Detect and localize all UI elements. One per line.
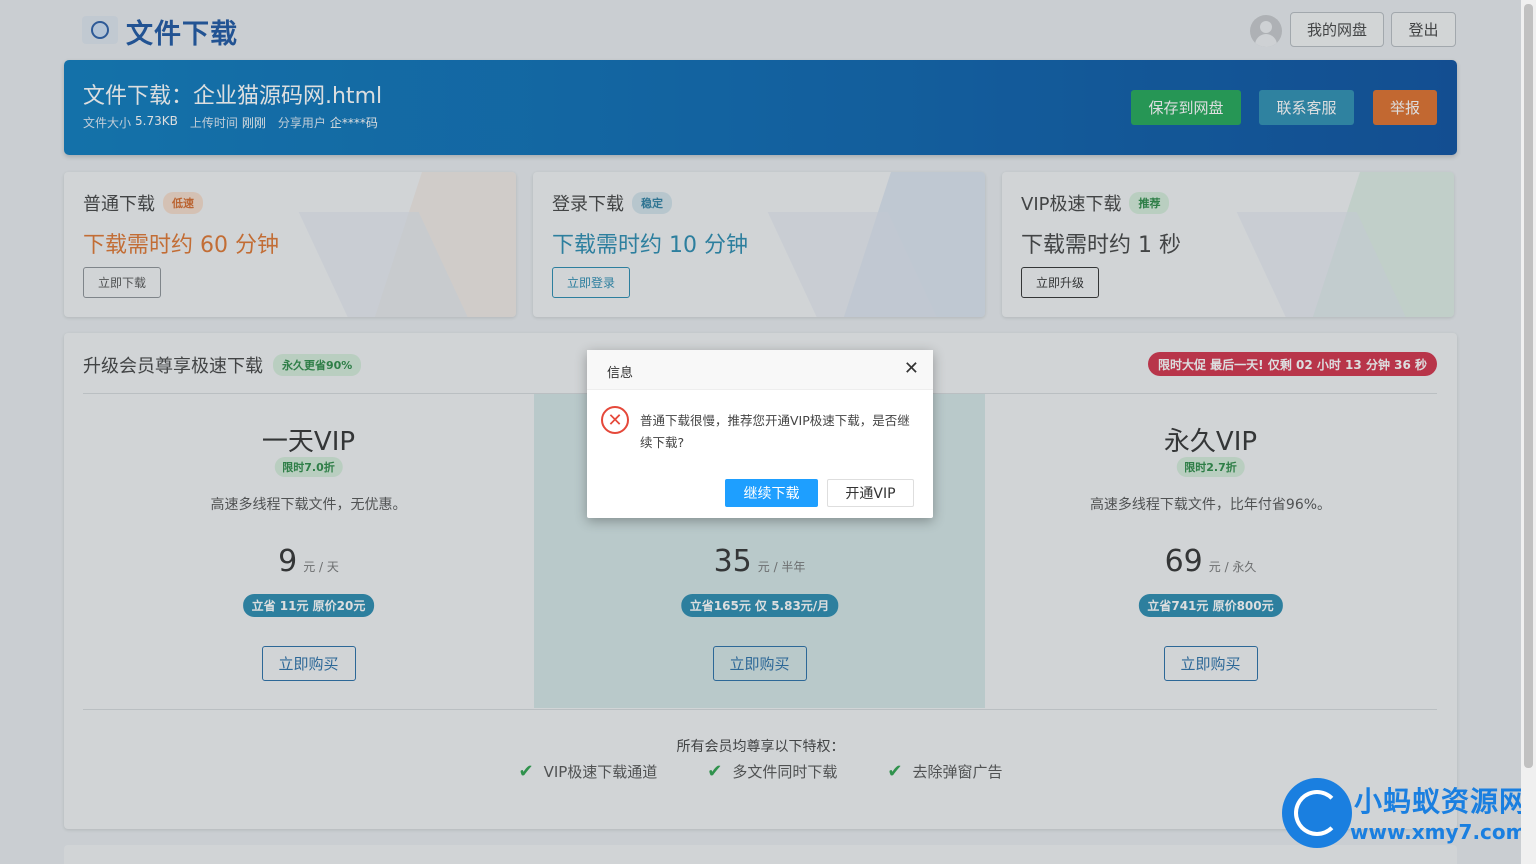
scrollbar-thumb[interactable] (1524, 4, 1533, 768)
dialog-title: 信息 (607, 366, 634, 381)
watermark: 小蚂蚁资源网 www.xmy7.com (1282, 778, 1536, 848)
watermark-url: www.xmy7.com (1350, 820, 1527, 844)
vertical-scrollbar[interactable] (1521, 0, 1536, 864)
error-icon: ✕ (601, 406, 629, 434)
dialog-header: 信息 ✕ (587, 350, 933, 390)
info-dialog: 信息 ✕ ✕ 普通下载很慢，推荐您开通VIP极速下载，是否继续下载? 继续下载 … (587, 350, 933, 518)
continue-download-button[interactable]: 继续下载 (725, 479, 818, 507)
watermark-name: 小蚂蚁资源网 (1354, 785, 1529, 818)
page: 文件下载 我的网盘 登出 文件下载：企业猫源码网.html 文件大小 5.73K… (0, 0, 1527, 864)
close-icon[interactable]: ✕ (904, 359, 919, 379)
ant-logo-icon (1282, 778, 1352, 848)
dialog-message: 普通下载很慢，推荐您开通VIP极速下载，是否继续下载? (640, 413, 910, 450)
open-vip-button[interactable]: 开通VIP (827, 479, 914, 507)
